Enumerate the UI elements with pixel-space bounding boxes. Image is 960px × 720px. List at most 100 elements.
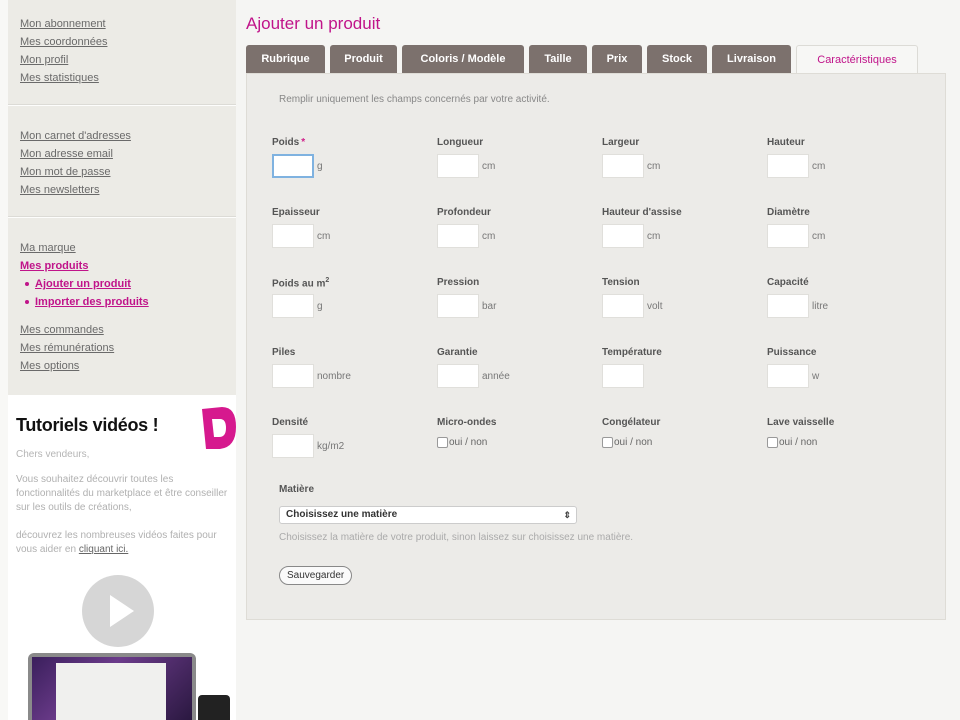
sidebar-item-newsletters[interactable]: Mes newsletters <box>20 181 131 199</box>
sidebar-item-commandes[interactable]: Mes commandes <box>20 321 149 339</box>
checkbox-label: oui / non <box>779 437 818 448</box>
field-capacite: Capacité litre <box>767 277 917 318</box>
field-label: Hauteur <box>767 137 805 148</box>
tutorial-title: Tutoriels vidéos ! <box>16 415 159 435</box>
tab-rubrique[interactable]: Rubrique <box>246 45 325 73</box>
tutorial-link[interactable]: cliquant ici. <box>79 544 128 555</box>
sidebar: Mon abonnement Mes coordonnées Mon profi… <box>0 0 236 720</box>
field-label: Epaisseur <box>272 207 320 218</box>
field-hauteur-assise: Hauteur d'assise cm <box>602 207 752 248</box>
puissance-input[interactable] <box>767 364 809 388</box>
field-poids-m2: Poids au m2 g <box>272 277 422 318</box>
field-temperature: Température <box>602 347 752 388</box>
field-micro-ondes: Micro-ondes oui / non <box>437 417 587 448</box>
save-button[interactable]: Sauvegarder <box>279 566 353 585</box>
sidebar-edge <box>0 0 8 720</box>
unit-label: bar <box>482 300 497 312</box>
sidebar-item-marque[interactable]: Ma marque <box>20 239 149 257</box>
field-label: Longueur <box>437 137 484 148</box>
sidebar-item-produits[interactable]: Mes produits <box>20 257 149 275</box>
matiere-select[interactable]: Choisissez une matière ⇕ <box>279 506 577 524</box>
unit-label: cm <box>482 230 496 242</box>
tab-livraison[interactable]: Livraison <box>712 45 791 73</box>
hauteur-input[interactable] <box>767 154 809 178</box>
field-puissance: Puissance w <box>767 347 917 388</box>
sidebar-item-importer-produits[interactable]: Importer des produits <box>35 293 149 311</box>
tab-coloris-modele[interactable]: Coloris / Modèle <box>402 45 524 73</box>
unit-label: w <box>812 370 820 382</box>
hauteur-assise-input[interactable] <box>602 224 644 248</box>
sidebar-item-carnet[interactable]: Mon carnet d'adresses <box>20 127 131 145</box>
field-diametre: Diamètre cm <box>767 207 917 248</box>
sidebar-item-coordonnees[interactable]: Mes coordonnées <box>20 33 107 51</box>
unit-label: cm <box>812 160 826 172</box>
play-video-icon[interactable] <box>82 575 154 647</box>
field-label: Congélateur <box>602 417 661 428</box>
required-marker: * <box>301 137 306 148</box>
lave-vaisselle-checkbox[interactable] <box>767 437 778 448</box>
field-epaisseur: Epaisseur cm <box>272 207 422 248</box>
characteristics-panel: Remplir uniquement les champs concernés … <box>246 73 946 620</box>
diametre-input[interactable] <box>767 224 809 248</box>
profondeur-input[interactable] <box>437 224 479 248</box>
epaisseur-input[interactable] <box>272 224 314 248</box>
tension-input[interactable] <box>602 294 644 318</box>
tab-taille[interactable]: Taille <box>529 45 587 73</box>
sidebar-item-abonnement[interactable]: Mon abonnement <box>20 15 107 33</box>
field-tension: Tension volt <box>602 277 752 318</box>
densite-input[interactable] <box>272 434 314 458</box>
capacite-input[interactable] <box>767 294 809 318</box>
micro-ondes-checkbox[interactable] <box>437 437 448 448</box>
sidebar-item-options[interactable]: Mes options <box>20 357 149 375</box>
sidebar-group-settings: Mon carnet d'adresses Mon adresse email … <box>20 127 131 199</box>
main-content: Ajouter un produit Rubrique Produit Colo… <box>236 0 960 720</box>
pression-input[interactable] <box>437 294 479 318</box>
tutorial-paragraph: Vous souhaitez découvrir toutes les fonc… <box>16 474 228 513</box>
sidebar-item-mot-de-passe[interactable]: Mon mot de passe <box>20 163 131 181</box>
tutorial-greeting: Chers vendeurs, <box>16 449 90 460</box>
unit-label: nombre <box>317 370 351 382</box>
unit-label: année <box>482 370 510 382</box>
piles-input[interactable] <box>272 364 314 388</box>
tab-stock[interactable]: Stock <box>647 45 707 73</box>
field-label: Hauteur d'assise <box>602 207 682 218</box>
poids-m2-input[interactable] <box>272 294 314 318</box>
garantie-input[interactable] <box>437 364 479 388</box>
panel-intro: Remplir uniquement les champs concernés … <box>279 94 550 105</box>
sidebar-item-remunerations[interactable]: Mes rémunérations <box>20 339 149 357</box>
checkbox-label: oui / non <box>449 437 488 448</box>
longueur-input[interactable] <box>437 154 479 178</box>
sidebar-subitem: Importer des produits <box>25 293 149 311</box>
field-congelateur: Congélateur oui / non <box>602 417 752 448</box>
tutorial-box: Tutoriels vidéos ! Chers vendeurs, Vous … <box>8 395 236 720</box>
sidebar-divider <box>8 216 236 218</box>
brand-logo-icon <box>202 407 236 449</box>
poids-input[interactable] <box>272 154 314 178</box>
select-arrows-icon: ⇕ <box>563 510 571 520</box>
tab-produit[interactable]: Produit <box>330 45 397 73</box>
unit-label: volt <box>647 300 663 312</box>
unit-label: litre <box>812 300 829 312</box>
unit-label: cm <box>812 230 826 242</box>
largeur-input[interactable] <box>602 154 644 178</box>
field-label: Micro-ondes <box>437 417 497 428</box>
sidebar-item-email[interactable]: Mon adresse email <box>20 145 131 163</box>
congelateur-checkbox[interactable] <box>602 437 613 448</box>
field-largeur: Largeur cm <box>602 137 752 178</box>
field-profondeur: Profondeur cm <box>437 207 587 248</box>
checkbox-label: oui / non <box>614 437 653 448</box>
tab-caracteristiques[interactable]: Caractéristiques <box>796 45 918 75</box>
sidebar-item-ajouter-produit[interactable]: Ajouter un produit <box>35 275 131 293</box>
unit-label: g <box>317 160 323 172</box>
field-piles: Piles nombre <box>272 347 422 388</box>
temperature-input[interactable] <box>602 364 644 388</box>
field-label: Diamètre <box>767 207 810 218</box>
tab-prix[interactable]: Prix <box>592 45 642 73</box>
sidebar-group-account: Mon abonnement Mes coordonnées Mon profi… <box>20 15 107 87</box>
sidebar-item-statistiques[interactable]: Mes statistiques <box>20 69 107 87</box>
sidebar-item-profil[interactable]: Mon profil <box>20 51 107 69</box>
matiere-selected-value: Choisissez une matière <box>286 509 398 520</box>
unit-label: kg/m2 <box>317 440 345 452</box>
field-pression: Pression bar <box>437 277 587 318</box>
field-label: Poids au m2 <box>272 277 330 290</box>
